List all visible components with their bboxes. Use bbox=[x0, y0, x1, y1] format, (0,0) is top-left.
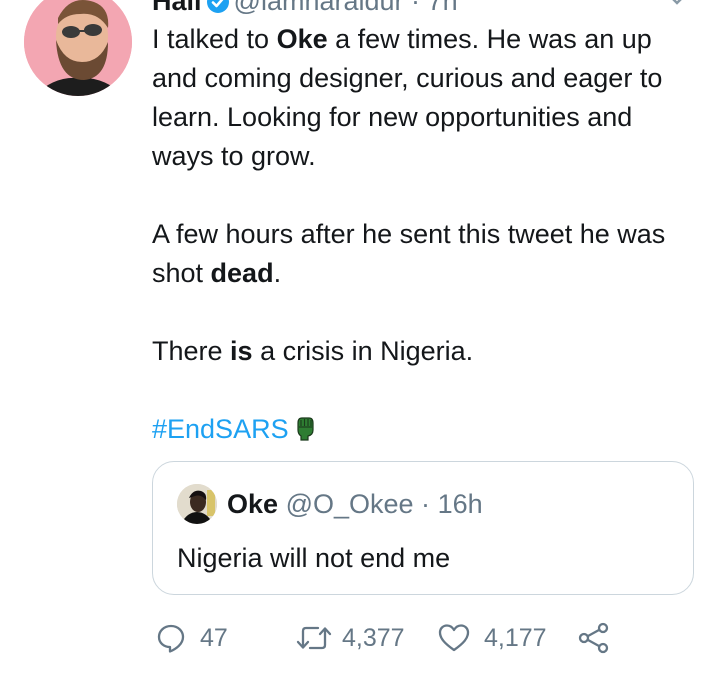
chevron-down-icon[interactable] bbox=[666, 0, 688, 11]
tweet-text: I talked to Oke a few times. He was an u… bbox=[152, 20, 692, 452]
retweet-icon bbox=[294, 623, 334, 653]
reply-icon bbox=[156, 623, 186, 653]
text-run: a crisis in Nigeria. bbox=[252, 336, 474, 366]
quoted-separator: · bbox=[421, 489, 431, 519]
like-count: 4,177 bbox=[484, 624, 547, 652]
raised-fist-emoji-icon bbox=[295, 413, 315, 452]
reply-button[interactable]: 47 bbox=[156, 618, 228, 658]
share-icon bbox=[578, 622, 610, 654]
quoted-tweet-time[interactable]: 16h bbox=[438, 489, 483, 519]
text-run: There bbox=[152, 336, 231, 366]
hashtag-link[interactable]: #EndSARS bbox=[152, 414, 289, 444]
hashtag-line: #EndSARS bbox=[152, 410, 692, 452]
text-run: I talked to bbox=[152, 24, 277, 54]
quoted-tweet-text: Nigeria will not end me bbox=[177, 543, 451, 573]
text-run-bold: is bbox=[230, 336, 253, 366]
header-separator: · bbox=[411, 0, 421, 16]
text-run-bold: Oke bbox=[276, 24, 328, 54]
retweet-button[interactable]: 4,377 bbox=[294, 618, 405, 658]
quoted-author-handle[interactable]: @O_Okee bbox=[286, 489, 414, 519]
text-run-bold: dead bbox=[210, 258, 274, 288]
quoted-tweet-header: Oke @O_Okee · 16h bbox=[227, 484, 483, 524]
tweet-paragraph-1: I talked to Oke a few times. He was an u… bbox=[152, 20, 692, 176]
quoted-avatar-image bbox=[177, 484, 217, 524]
author-name[interactable]: Hall bbox=[152, 0, 202, 16]
retweet-count: 4,377 bbox=[342, 624, 405, 652]
text-run: . bbox=[273, 258, 282, 288]
tweet-paragraph-3: There is a crisis in Nigeria. bbox=[152, 332, 692, 371]
reply-count: 47 bbox=[200, 624, 228, 652]
tweet-time[interactable]: 7h bbox=[428, 0, 458, 16]
quoted-author-name[interactable]: Oke bbox=[227, 489, 278, 519]
quoted-author-avatar[interactable] bbox=[177, 484, 217, 524]
author-avatar-image bbox=[24, 0, 132, 96]
share-button[interactable] bbox=[578, 618, 610, 658]
author-avatar[interactable] bbox=[24, 0, 132, 96]
author-handle[interactable]: @iamharaldur bbox=[234, 0, 404, 16]
tweet-paragraph-2: A few hours after he sent this tweet he … bbox=[152, 215, 692, 293]
like-button[interactable]: 4,177 bbox=[438, 618, 547, 658]
verified-badge-icon bbox=[206, 0, 230, 20]
like-icon bbox=[438, 623, 470, 653]
quoted-tweet-card[interactable]: Oke @O_Okee · 16h Nigeria will not end m… bbox=[152, 461, 694, 595]
tweet-header: Hall @iamharaldur · 7h bbox=[152, 0, 458, 16]
